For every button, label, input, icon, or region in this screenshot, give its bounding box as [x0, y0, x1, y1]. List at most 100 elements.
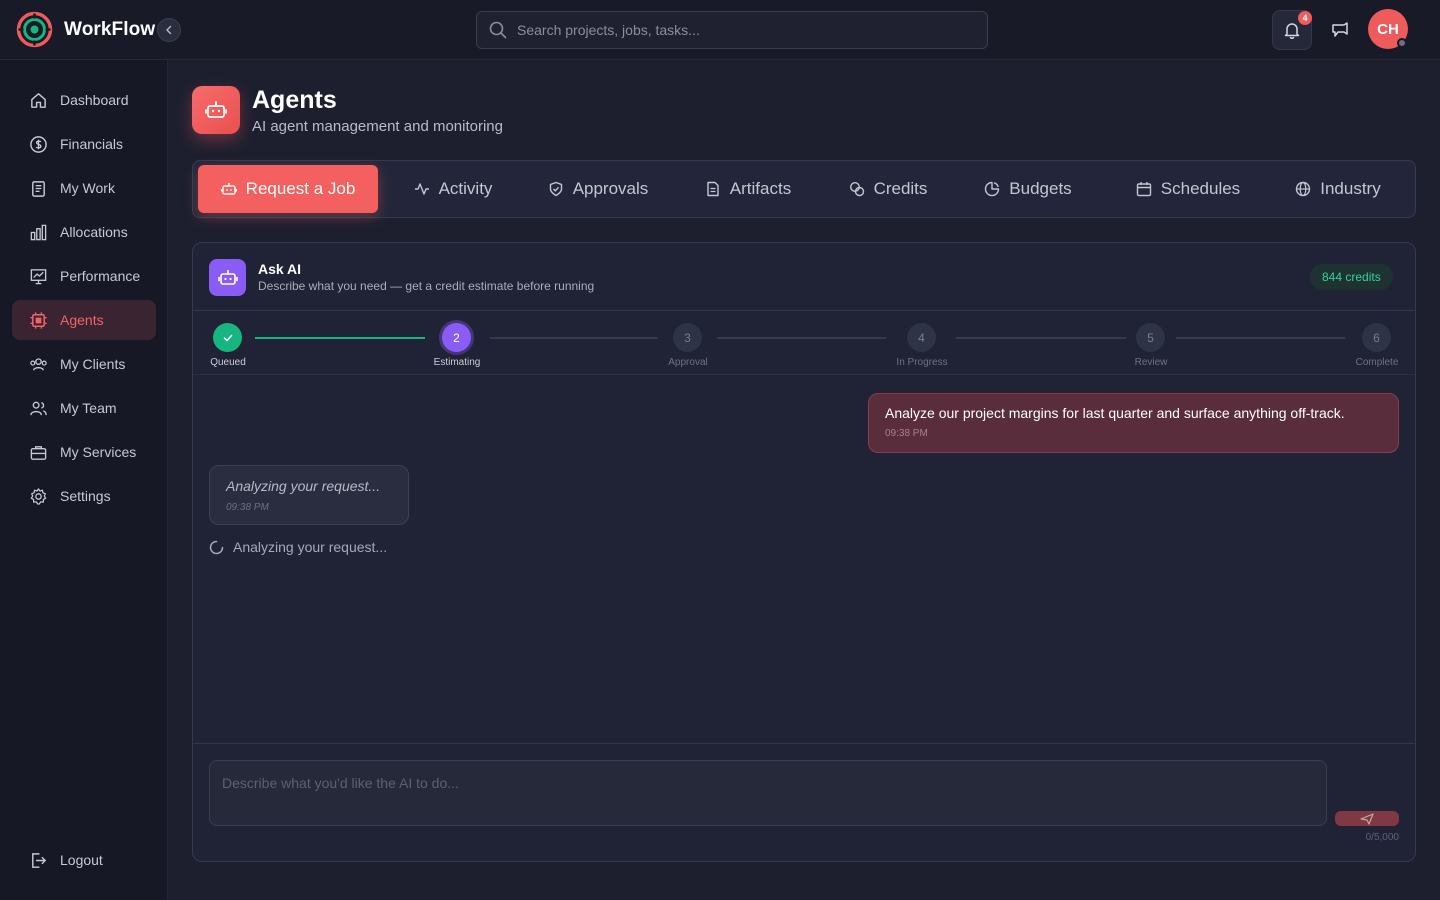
step-approval-dot: 3: [673, 323, 702, 352]
chat-messages: Analyze our project margins for last qua…: [193, 375, 1415, 743]
shield-check-icon: [548, 181, 564, 197]
user-message: Analyze our project margins for last qua…: [868, 393, 1399, 453]
coins-icon: [849, 181, 865, 197]
notification-count-badge: 4: [1298, 11, 1312, 25]
pie-chart-icon: [984, 181, 1000, 197]
chevron-left-icon: [166, 25, 172, 35]
step-connector: [956, 337, 1126, 339]
tab-label: Activity: [438, 179, 493, 198]
tab-industry[interactable]: Industry: [1273, 165, 1403, 213]
clipboard-icon: [28, 178, 48, 198]
sidebar-item-my-work[interactable]: My Work: [12, 168, 156, 208]
ask-ai-title: Ask AI: [258, 261, 302, 277]
step-estimating-dot: 2: [442, 323, 471, 352]
step-connector: [255, 337, 425, 339]
sidebar-item-label: My Clients: [60, 356, 126, 372]
send-button[interactable]: [1335, 811, 1399, 826]
workflow-logo-icon: [16, 11, 53, 48]
notifications-button[interactable]: 4: [1272, 10, 1312, 50]
step-label: Review: [1134, 357, 1168, 368]
dollar-icon: [28, 134, 48, 154]
logout-button[interactable]: Logout: [12, 840, 156, 880]
globe-icon: [1295, 181, 1311, 197]
megaphone-icon: [1332, 22, 1348, 37]
logout-label: Logout: [60, 852, 103, 868]
credits-badge: 844 credits: [1310, 264, 1393, 290]
spinner-icon: [209, 540, 224, 555]
logout-icon: [28, 850, 48, 870]
sidebar-item-dashboard[interactable]: Dashboard: [12, 80, 156, 120]
robot-icon: [220, 181, 237, 197]
search-icon: [489, 21, 507, 39]
step-connector: [1176, 337, 1345, 339]
brand-name: WorkFlow: [64, 18, 156, 40]
tab-label: Credits: [873, 179, 928, 198]
sidebar-item-label: Dashboard: [60, 92, 129, 108]
feedback-button[interactable]: [1328, 18, 1352, 42]
job-progress-stepper: 2 3 4 5 6 Queued Estimating Approval In …: [193, 311, 1415, 375]
tab-schedules[interactable]: Schedules: [1113, 165, 1263, 213]
step-label: Complete: [1355, 357, 1399, 368]
tab-budgets[interactable]: Budgets: [968, 165, 1088, 213]
ai-robot-icon: [209, 259, 246, 296]
ask-ai-header: Ask AI Describe what you need — get a cr…: [193, 243, 1415, 311]
bar-chart-icon: [28, 222, 48, 242]
step-queued-dot: [213, 323, 242, 352]
tab-request-a-job[interactable]: Request a Job: [198, 165, 378, 213]
sidebar: Dashboard Financials My Work Allocations…: [0, 60, 168, 900]
sidebar-item-label: My Work: [60, 180, 115, 196]
tab-label: Approvals: [572, 179, 649, 198]
tab-bar: Request a Job Activity Approvals Artifac…: [192, 160, 1416, 218]
tab-artifacts[interactable]: Artifacts: [688, 165, 808, 213]
sidebar-item-performance[interactable]: Performance: [12, 256, 156, 296]
tab-credits[interactable]: Credits: [833, 165, 943, 213]
sidebar-item-my-team[interactable]: My Team: [12, 388, 156, 428]
prompt-input[interactable]: [209, 760, 1327, 826]
sidebar-item-settings[interactable]: Settings: [12, 476, 156, 516]
message-composer: 0/5,000: [193, 743, 1415, 861]
step-label: Approval: [668, 357, 708, 368]
calendar-icon: [1136, 181, 1152, 197]
sidebar-item-my-clients[interactable]: My Clients: [12, 344, 156, 384]
analyzing-status: Analyzing your request...: [209, 539, 387, 555]
presentation-chart-icon: [28, 266, 48, 286]
sidebar-item-allocations[interactable]: Allocations: [12, 212, 156, 252]
search-input[interactable]: [517, 22, 957, 38]
brand[interactable]: WorkFlow: [16, 11, 155, 48]
activity-icon: [414, 181, 430, 197]
step-label: Estimating: [433, 357, 481, 368]
tab-label: Industry: [1320, 179, 1381, 198]
analyzing-status-text: Analyzing your request...: [233, 539, 388, 555]
sidebar-item-agents[interactable]: Agents: [12, 300, 156, 340]
ai-message-text: Analyzing your request...: [226, 478, 381, 494]
send-icon: [1360, 812, 1374, 825]
checkmark-icon: [223, 334, 232, 341]
step-connector: [717, 337, 886, 339]
page-subtitle: AI agent management and monitoring: [252, 118, 503, 135]
cpu-icon: [28, 310, 48, 330]
team-icon: [28, 398, 48, 418]
search-bar[interactable]: [476, 11, 988, 49]
tab-label: Artifacts: [729, 179, 792, 198]
tab-activity[interactable]: Activity: [393, 165, 513, 213]
ai-message-time: 09:38 PM: [226, 502, 269, 513]
sidebar-item-label: Performance: [60, 268, 141, 284]
sidebar-item-financials[interactable]: Financials: [12, 124, 156, 164]
sidebar-item-label: My Services: [60, 444, 137, 460]
gear-icon: [28, 486, 48, 506]
collapse-sidebar-button[interactable]: [157, 18, 181, 42]
page-title: Agents: [252, 86, 337, 114]
step-label: Queued: [210, 357, 246, 368]
step-complete-dot: 6: [1362, 323, 1391, 352]
tab-approvals[interactable]: Approvals: [533, 165, 663, 213]
tab-label: Budgets: [1009, 179, 1072, 198]
document-icon: [705, 181, 721, 197]
step-connector: [490, 337, 658, 339]
sidebar-item-my-services[interactable]: My Services: [12, 432, 156, 472]
robot-icon: [192, 86, 240, 134]
bell-icon: [1284, 23, 1300, 39]
character-count: 0/5,000: [1365, 832, 1399, 843]
users-group-icon: [28, 354, 48, 374]
ask-ai-panel: Ask AI Describe what you need — get a cr…: [192, 242, 1416, 862]
step-review-dot: 5: [1136, 323, 1165, 352]
